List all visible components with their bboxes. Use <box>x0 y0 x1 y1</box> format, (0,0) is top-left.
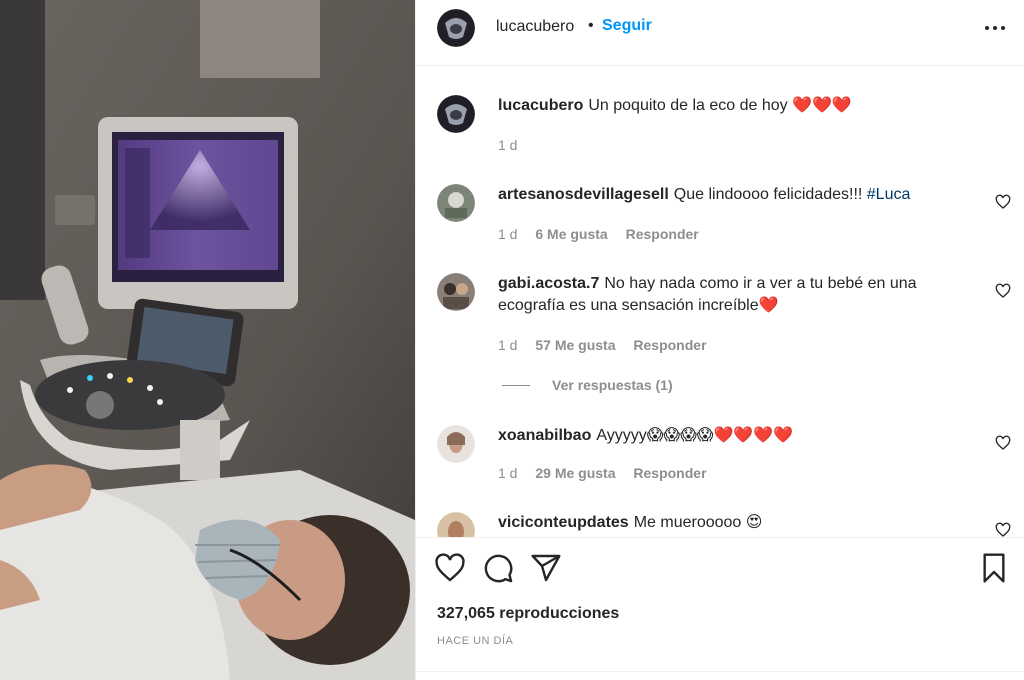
comment-like-icon[interactable] <box>995 435 1011 451</box>
author-username[interactable]: lucacubero <box>496 18 574 36</box>
view-replies-button[interactable]: Ver respuestas (1) <box>502 377 673 393</box>
view-replies-label[interactable]: Ver respuestas (1) <box>552 377 673 393</box>
comment-like-icon[interactable] <box>995 194 1011 210</box>
comment-like-icon[interactable] <box>995 283 1011 299</box>
comment-likes[interactable]: 6 Me gusta <box>535 226 607 242</box>
follow-button[interactable]: Seguir <box>602 17 652 35</box>
bookmark-icon[interactable] <box>978 552 1010 584</box>
commenter-avatar[interactable] <box>437 425 475 463</box>
caption-text: lucacubero Un poquito de la eco de hoy ❤️… <box>498 95 963 117</box>
post-actions: 327,065 reproducciones HACE UN DÍA <box>416 537 1024 680</box>
caption-username[interactable]: lucacubero <box>498 97 583 114</box>
comment-body: Que lindoooo felicidades!!! <box>673 186 867 203</box>
post-media[interactable] <box>0 0 415 680</box>
comments-list[interactable]: lucacubero Un poquito de la eco de hoy ❤️… <box>416 67 1024 537</box>
comment-text: artesanosdevillagesell Que lindoooo felic… <box>498 184 963 206</box>
comment-text: xoanabilbao Ayyyyy😱😱😱😱❤️❤️❤️❤️ <box>498 425 963 447</box>
comment-text: gabi.acosta.7 No hay nada como ir a ver a… <box>498 273 963 317</box>
hashtag-link[interactable]: #Luca <box>867 186 911 203</box>
comment-meta: 1 d 29 Me gusta Responder <box>498 465 721 481</box>
comment-like-icon[interactable] <box>995 522 1011 537</box>
reply-button[interactable]: Responder <box>626 226 699 242</box>
comment-username[interactable]: xoanabilbao <box>498 427 591 444</box>
views-count[interactable]: 327,065 reproducciones <box>437 605 619 623</box>
comment-body: Me muerooooo 😍 <box>633 514 763 531</box>
commenter-avatar[interactable] <box>437 273 475 311</box>
author-avatar[interactable] <box>437 9 475 47</box>
commenter-avatar[interactable] <box>437 512 475 537</box>
comment-time[interactable]: 1 d <box>498 465 517 481</box>
comment-username[interactable]: viciconteupdates <box>498 514 629 531</box>
comment-icon[interactable] <box>482 552 514 584</box>
reply-button[interactable]: Responder <box>633 465 706 481</box>
comment-time[interactable]: 1 d <box>498 337 517 353</box>
paper-plane-icon[interactable] <box>530 552 562 584</box>
comment-meta: 1 d 6 Me gusta Responder <box>498 226 713 242</box>
comment-username[interactable]: artesanosdevillagesell <box>498 186 669 203</box>
caption-time[interactable]: 1 d <box>498 137 517 153</box>
comment-meta: 1 d 57 Me gusta Responder <box>498 337 721 353</box>
comment-username[interactable]: gabi.acosta.7 <box>498 275 599 292</box>
separator-dot: • <box>588 17 594 34</box>
commenter-avatar[interactable] <box>437 184 475 222</box>
reply-button[interactable]: Responder <box>633 337 706 353</box>
caption-meta: 1 d <box>498 137 531 153</box>
caption-body: Un poquito de la eco de hoy ❤️❤️❤️ <box>588 97 852 114</box>
post-header: lucacubero • Seguir <box>416 0 1024 66</box>
ultrasound-photo <box>0 0 415 680</box>
heart-icon[interactable] <box>434 552 466 584</box>
more-options-icon[interactable] <box>980 17 1010 39</box>
comment-likes[interactable]: 29 Me gusta <box>535 465 615 481</box>
replies-divider <box>502 384 530 386</box>
comment-body: Ayyyyy😱😱😱😱❤️❤️❤️❤️ <box>596 427 794 444</box>
comment-text: viciconteupdates Me muerooooo 😍 <box>498 512 963 534</box>
comment-likes[interactable]: 57 Me gusta <box>535 337 615 353</box>
post-date[interactable]: HACE UN DÍA <box>437 635 513 647</box>
footer-divider <box>416 671 1024 672</box>
post-panel: lucacubero • Seguir lucacubero Un poquit… <box>415 0 1024 680</box>
comment-time[interactable]: 1 d <box>498 226 517 242</box>
author-avatar[interactable] <box>437 95 475 133</box>
